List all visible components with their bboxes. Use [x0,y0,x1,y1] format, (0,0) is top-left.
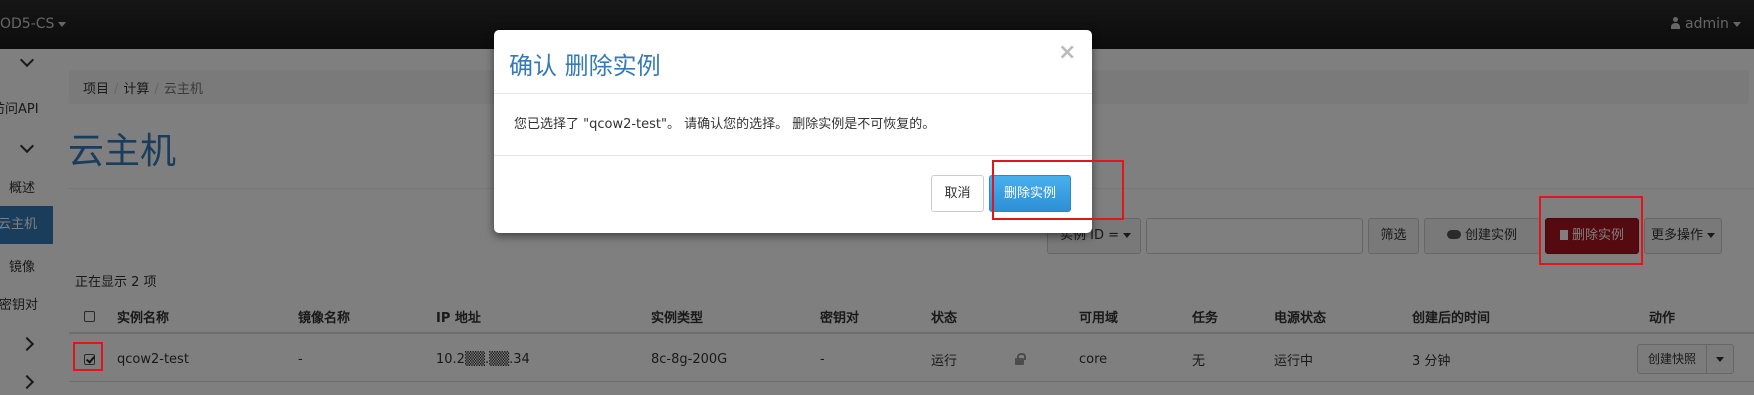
cancel-label: 取消 [944,186,971,201]
cancel-button[interactable]: 取消 [931,175,984,212]
highlight-box [73,342,103,371]
highlight-box [1539,196,1643,265]
highlight-box [992,160,1124,220]
modal-header: 确认 删除实例 × [494,30,1092,94]
close-icon[interactable]: × [1058,40,1076,65]
modal-message: 您已选择了 "qcow2-test"。 请确认您的选择。 删除实例是不可恢复的。 [514,117,936,132]
modal-title: 确认 删除实例 [509,52,661,80]
